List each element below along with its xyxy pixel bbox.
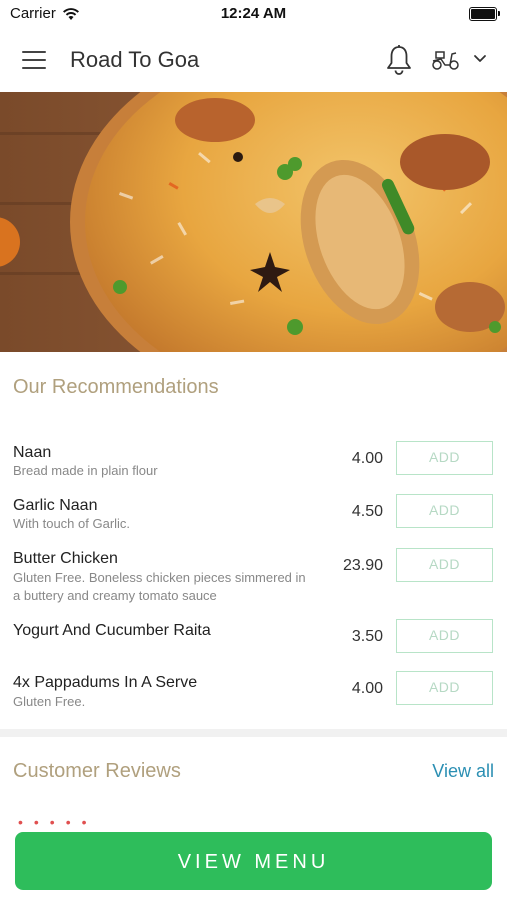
add-button[interactable]: ADD [396,671,493,705]
clock: 12:24 AM [220,5,287,22]
item-price: 3.50 [351,628,383,645]
recommendations-heading: Our Recommendations [13,376,219,398]
item-name: Butter Chicken [13,550,118,567]
item-description-line: Gluten Free. Boneless chicken pieces sim… [13,570,306,585]
item-description: Gluten Free. [13,694,86,709]
item-name: Garlic Naan [13,497,98,514]
menu-icon[interactable] [22,51,46,69]
status-bar: Carrier 12:24 AM [0,0,507,28]
view-menu-button[interactable]: VIEW MENU [15,832,492,890]
add-button[interactable]: ADD [396,494,493,528]
scooter-icon[interactable] [431,48,461,72]
view-all-link[interactable]: View all [432,761,494,782]
item-price: 23.90 [342,557,383,574]
battery-icon [469,7,500,21]
item-description: With touch of Garlic. [13,516,131,531]
section-divider [0,729,507,737]
item-description-line: a buttery and creamy tomato sauce [13,588,217,603]
app-header: Road To Goa [0,28,507,92]
reviews-heading: Customer Reviews [13,760,181,782]
item-name: Yogurt And Cucumber Raita [13,622,211,639]
rating-stars: ••••• [18,814,98,830]
item-price: 4.50 [351,503,383,520]
add-button[interactable]: ADD [396,619,493,653]
add-button[interactable]: ADD [396,441,493,475]
item-name: Naan [13,444,52,461]
item-price: 4.00 [351,680,383,697]
add-button[interactable]: ADD [396,548,493,582]
biryani-illustration [0,92,507,352]
bell-icon[interactable] [385,44,413,76]
item-description: Bread made in plain flour [13,463,158,478]
item-price: 4.00 [351,450,383,467]
chevron-down-icon[interactable] [473,54,487,64]
hero-food-image [0,92,507,352]
restaurant-title: Road To Goa [70,47,200,72]
item-name: 4x Pappadums In A Serve [13,674,198,691]
